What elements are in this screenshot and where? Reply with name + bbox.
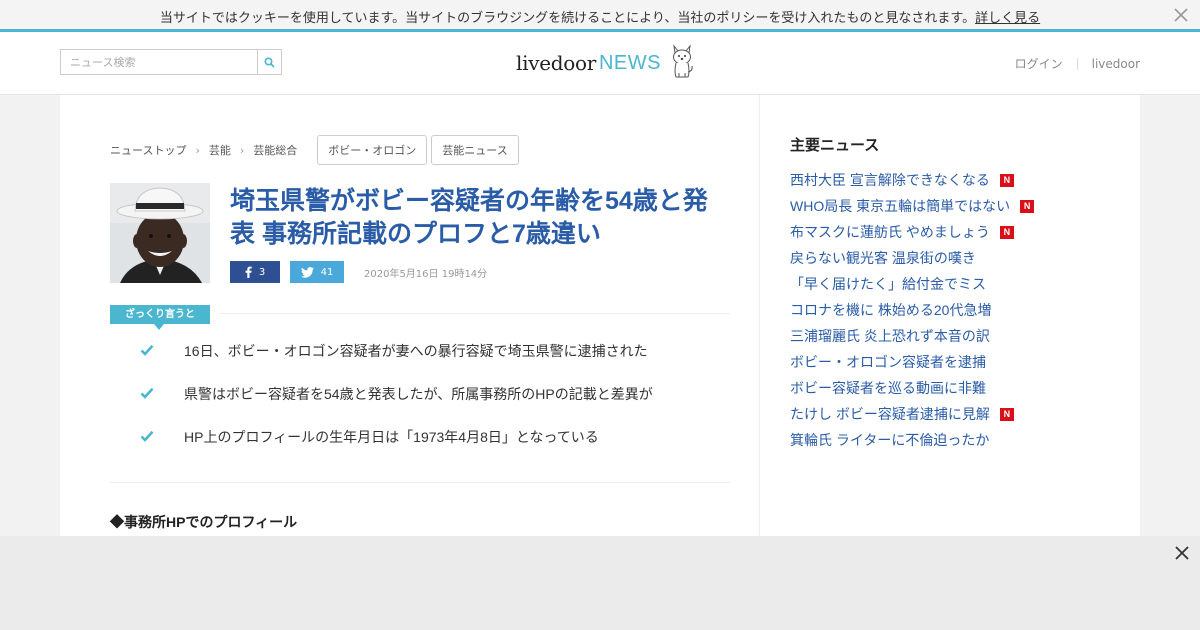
share-row: 3 41 2020年5月16日 19時14分 [230, 261, 487, 283]
breadcrumb: ニューストップ › 芸能 › 芸能総合 ボビー・オロゴン 芸能ニュース [110, 135, 519, 165]
summary-text: 16日、ボビー・オロゴン容疑者が妻への暴行容疑で埼玉県警に逮捕された [184, 343, 648, 359]
facebook-icon [245, 266, 252, 278]
cookie-message-text: 当サイトではクッキーを使用しています。当サイトのブラウジングを続けることにより、… [159, 11, 976, 26]
news-link[interactable]: コロナを機に 株始める20代急増 [790, 300, 991, 320]
summary-item: 県警はボビー容疑者を54歳と発表したが、所属事務所のHPの記載と差異が [140, 385, 740, 428]
summary-item: HP上のプロフィールの生年月日は「1973年4月8日」となっている [140, 428, 740, 471]
news-item[interactable]: 「早く届けたく」給付金でミス [790, 271, 1090, 297]
article-date: 2020年5月16日 19時14分 [364, 268, 488, 280]
header-nav: ログイン livedoor [1015, 55, 1140, 72]
news-link[interactable]: ボビー・オロゴン容疑者を逮捕 [790, 352, 986, 372]
summary-list: 16日、ボビー・オロゴン容疑者が妻への暴行容疑で埼玉県警に逮捕された 県警はボビ… [140, 342, 740, 471]
news-item[interactable]: たけし ボビー容疑者逮捕に見解 N [790, 401, 1090, 427]
new-badge: N [1020, 199, 1035, 213]
tag-entertainment-news[interactable]: 芸能ニュース [431, 135, 519, 165]
news-item[interactable]: ボビー・オロゴン容疑者を逮捕 [790, 349, 1090, 375]
news-link[interactable]: 西村大臣 宣言解除できなくなる [790, 170, 990, 190]
tag-bobby-ologun[interactable]: ボビー・オロゴン [317, 135, 428, 165]
search-button[interactable] [257, 50, 281, 74]
site-logo[interactable]: livedoor NEWS [516, 44, 695, 84]
divider [220, 313, 730, 314]
top-news-list: 西村大臣 宣言解除できなくなる N WHO局長 東京五輪は簡単ではない N 布マスク… [790, 167, 1090, 453]
cookie-message: 当サイトではクッキーを使用しています。当サイトのブラウジングを続けることにより、… [0, 7, 1200, 26]
new-badge: N [999, 173, 1014, 187]
breadcrumb-item-entertainment[interactable]: 芸能 [209, 142, 231, 158]
summary-label: ざっくり言うと [110, 305, 210, 330]
news-item[interactable]: 箕輪氏 ライターに不倫迫ったか [790, 427, 1090, 453]
check-icon [140, 430, 154, 442]
cookie-banner: 当サイトではクッキーを使用しています。当サイトのブラウジングを続けることにより、… [0, 0, 1200, 32]
news-link[interactable]: ボビー容疑者を巡る動画に非難 [790, 378, 986, 398]
close-icon[interactable] [1172, 6, 1190, 24]
news-link[interactable]: 箕輪氏 ライターに不倫迫ったか [790, 430, 989, 450]
cookie-details-link[interactable]: 詳しく見る [975, 11, 1040, 26]
check-icon [140, 387, 154, 399]
summary-item: 16日、ボビー・オロゴン容疑者が妻への暴行容疑で埼玉県警に逮捕された [140, 342, 740, 385]
site-header: livedoor NEWS ログイン livedoor [0, 32, 1200, 95]
news-link[interactable]: 「早く届けたく」給付金でミス [790, 274, 986, 294]
logo-news-text: NEWS [598, 52, 661, 74]
search-input[interactable] [61, 50, 257, 74]
news-link[interactable]: 三浦瑠麗氏 炎上恐れず本音の訳 [790, 326, 990, 346]
livedoor-link[interactable]: livedoor [1092, 57, 1140, 71]
chevron-right-icon: › [239, 143, 245, 157]
logo-livedoor-text: livedoor [516, 51, 596, 75]
news-item[interactable]: 三浦瑠麗氏 炎上恐れず本音の訳 [790, 323, 1090, 349]
news-item[interactable]: 西村大臣 宣言解除できなくなる N [790, 167, 1090, 193]
dog-mascot-icon [672, 44, 693, 78]
summary-text: HP上のプロフィールの生年月日は「1973年4月8日」となっている [184, 429, 599, 445]
breadcrumb-item-entertainment-general[interactable]: 芸能総合 [253, 142, 297, 158]
close-icon[interactable] [1174, 545, 1190, 561]
article-thumbnail[interactable] [110, 183, 210, 283]
search-form [60, 49, 282, 75]
article-title: 埼玉県警がボビー容疑者の年齢を54歳と発表 事務所記載のプロフと7歳違い [230, 187, 708, 248]
summary-text: 県警はボビー容疑者を54歳と発表したが、所属事務所のHPの記載と差異が [184, 386, 653, 402]
twitter-icon [300, 266, 314, 278]
check-icon [140, 344, 154, 356]
login-link[interactable]: ログイン [1015, 55, 1063, 72]
news-item[interactable]: 戻らない観光客 温泉街の嘆き [790, 245, 1090, 271]
new-badge: N [999, 225, 1014, 239]
facebook-share-button[interactable]: 3 [230, 261, 280, 283]
twitter-share-count: 41 [320, 266, 334, 278]
section-heading: ◆事務所HPでのプロフィール [110, 514, 298, 530]
facebook-share-count: 3 [258, 266, 266, 278]
chevron-right-icon: › [195, 143, 200, 157]
news-link[interactable]: WHO局長 東京五輪は簡単ではない [790, 196, 1010, 216]
person-photo [110, 183, 210, 283]
news-item[interactable]: コロナを機に 株始める20代急増 [790, 297, 1090, 323]
sidebar-title: 主要ニュース [790, 137, 880, 154]
twitter-share-button[interactable]: 41 [290, 261, 344, 283]
news-link[interactable]: たけし ボビー容疑者逮捕に見解 [790, 404, 990, 424]
news-item[interactable]: 布マスクに蓮舫氏 やめましょう N [790, 219, 1090, 245]
ad-overlay [0, 536, 1200, 630]
breadcrumb-item-news-top[interactable]: ニューストップ [110, 142, 186, 158]
news-item[interactable]: ボビー容疑者を巡る動画に非難 [790, 375, 1090, 401]
header-divider [1076, 57, 1078, 70]
news-link[interactable]: 戻らない観光客 温泉街の嘆き [790, 248, 976, 268]
divider [110, 482, 730, 483]
new-badge: N [999, 407, 1014, 421]
news-link[interactable]: 布マスクに蓮舫氏 やめましょう [790, 222, 990, 242]
search-icon [264, 56, 275, 68]
news-item[interactable]: WHO局長 東京五輪は簡単ではない N [790, 193, 1090, 219]
